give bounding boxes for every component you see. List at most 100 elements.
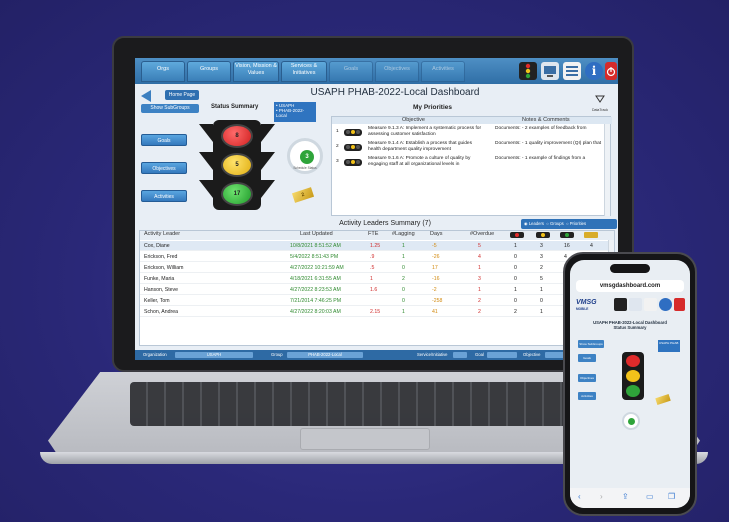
cell-updated: 4/27/2022 8:23:53 AM bbox=[290, 287, 341, 293]
phone-goals-button[interactable]: Goals bbox=[578, 354, 596, 362]
traffic-light-icon[interactable] bbox=[614, 298, 627, 311]
cell-c2: 5 bbox=[540, 276, 543, 282]
table-row[interactable]: Keller, Tom 7/21/2014 7:46:25 PM 0 -258 2 0 0 bbox=[140, 296, 610, 306]
view-radio-group[interactable]: ◉ Leaders ○ Groups ○ Priorities bbox=[521, 219, 617, 229]
power-icon[interactable] bbox=[605, 62, 617, 80]
cell-lagging: 0 bbox=[402, 298, 405, 304]
page-title: USAPH PHAB-2022-Local Dashboard bbox=[310, 87, 480, 98]
red-status-icon[interactable] bbox=[510, 232, 524, 238]
phone-toolbar bbox=[614, 298, 686, 312]
yellow-light[interactable]: 5 bbox=[221, 153, 253, 177]
goals-button[interactable]: Goals bbox=[141, 134, 187, 146]
traffic-light-visor bbox=[199, 180, 213, 198]
priority-objective: Measure 9.1.4 A: Establish a process tha… bbox=[368, 141, 472, 152]
tab-vision[interactable]: Vision, Mission & Values bbox=[233, 61, 279, 82]
radio-groups[interactable]: ○ Groups bbox=[545, 221, 563, 226]
tab-services[interactable]: Services & Initiatives bbox=[281, 61, 327, 82]
priority-row[interactable]: 2 Measure 9.1.4 A: Establish a process t… bbox=[332, 141, 604, 155]
col-lagging[interactable]: #Lagging bbox=[392, 231, 415, 237]
home-page-button[interactable]: Home Page bbox=[165, 90, 199, 100]
list-icon[interactable] bbox=[644, 298, 657, 311]
green-status-icon[interactable] bbox=[560, 232, 574, 238]
tab-objectives[interactable]: Objectives bbox=[375, 61, 419, 82]
computer-icon[interactable] bbox=[541, 62, 559, 80]
forward-icon[interactable]: › bbox=[600, 492, 603, 501]
col-overdue[interactable]: #Overdue bbox=[470, 231, 494, 237]
phone-yellow-light[interactable] bbox=[626, 370, 640, 382]
col-days[interactable]: Days bbox=[430, 231, 443, 237]
service-field[interactable] bbox=[453, 352, 467, 358]
show-subgroups-button[interactable]: Show SubGroups bbox=[141, 104, 199, 113]
url-bar[interactable]: vmsgdashboard.com bbox=[576, 280, 684, 292]
traffic-light-visor bbox=[261, 180, 275, 198]
gold-bar-icon[interactable]: 2 bbox=[291, 187, 315, 203]
activities-button[interactable]: Activities bbox=[141, 190, 187, 202]
cell-lagging: 1 bbox=[402, 254, 405, 260]
col-fte[interactable]: FTE bbox=[368, 231, 378, 237]
table-row[interactable]: Schon, Andrea 4/27/2022 8:20:03 AM 2.15 1 41… bbox=[140, 307, 610, 317]
priority-objective: Measure 9.1.6 A: Promote a culture of qu… bbox=[368, 156, 471, 167]
cell-name: Schon, Andrea bbox=[144, 309, 179, 315]
back-arrow-icon[interactable] bbox=[141, 90, 151, 102]
cell-c3: 16 bbox=[564, 243, 570, 249]
cell-lagging: 1 bbox=[402, 309, 405, 315]
yellow-status-icon[interactable] bbox=[536, 232, 550, 238]
cell-overdue: 2 bbox=[478, 309, 481, 315]
phone-activities-button[interactable]: Activities bbox=[578, 392, 596, 400]
mini-traffic-light-icon bbox=[344, 144, 362, 151]
priority-row[interactable]: 3 Measure 9.1.6 A: Promote a culture of … bbox=[332, 156, 604, 170]
objectives-button[interactable]: Objectives bbox=[141, 162, 187, 174]
red-light[interactable]: 8 bbox=[221, 124, 253, 148]
cell-c1: 1 bbox=[514, 287, 517, 293]
org-list[interactable]: • USAPH • PHAB-2022-Local bbox=[274, 102, 316, 122]
phone-gold-bar-icon[interactable] bbox=[655, 394, 671, 405]
mini-traffic-light-icon bbox=[344, 159, 362, 166]
priorities-scrollbar[interactable] bbox=[604, 124, 610, 216]
radio-priorities[interactable]: ○ Priorities bbox=[565, 221, 586, 226]
info-icon[interactable] bbox=[659, 298, 672, 311]
organization-field[interactable]: USAPH bbox=[175, 352, 253, 358]
cell-overdue: 3 bbox=[478, 276, 481, 282]
table-row[interactable]: Hanson, Steve 4/27/2022 8:23:53 AM 1.6 0 -2 1… bbox=[140, 285, 610, 295]
table-row[interactable]: Erickson, Fred 5/4/2022 8:51:43 PM .9 1 -26 4… bbox=[140, 252, 610, 262]
goal-field[interactable] bbox=[487, 352, 517, 358]
computer-icon[interactable] bbox=[629, 298, 642, 311]
table-row[interactable]: Erickson, William 4/27/2022 10:21:59 AM .5… bbox=[140, 263, 610, 273]
phone-green-light[interactable] bbox=[626, 385, 640, 397]
share-icon[interactable]: ⇪ bbox=[622, 492, 629, 501]
traffic-light-visor bbox=[199, 152, 213, 170]
traffic-light-icon[interactable] bbox=[519, 62, 537, 80]
green-light[interactable]: 17 bbox=[221, 182, 253, 206]
gold-status-icon[interactable] bbox=[584, 232, 598, 238]
priorities-header: Objective Notes & Comments bbox=[332, 117, 612, 124]
table-row[interactable]: Cox, Diane 10/8/2021 8:51:52 AM 1.25 1 -5 5 1 3… bbox=[140, 241, 610, 251]
org-item[interactable]: • PHAB-2022-Local bbox=[276, 108, 314, 118]
tabs-icon[interactable]: ❐ bbox=[668, 492, 675, 501]
schedule-status-dial[interactable]: 3 Schedule Status bbox=[287, 138, 323, 174]
phone-dial[interactable] bbox=[622, 412, 640, 430]
col-activity-leader[interactable]: Activity Leader bbox=[144, 231, 180, 237]
tab-goals[interactable]: Goals bbox=[329, 61, 373, 82]
phone-objectives-button[interactable]: Objectives bbox=[578, 374, 596, 382]
priorities-panel: Objective Notes & Comments 1 Measure 9.1… bbox=[331, 116, 612, 216]
cell-days: -258 bbox=[432, 298, 443, 304]
priority-row[interactable]: 1 Measure 9.1.3 A: Implement a systemati… bbox=[332, 126, 604, 140]
phone-org-box[interactable]: USAPH PHAB bbox=[658, 340, 680, 352]
col-last-updated[interactable]: Last Updated bbox=[300, 231, 333, 237]
cell-c1: 2 bbox=[514, 309, 517, 315]
bookmarks-icon[interactable]: ▭ bbox=[646, 492, 654, 501]
info-icon[interactable]: i bbox=[585, 62, 603, 80]
tab-groups[interactable]: Groups bbox=[187, 61, 231, 82]
notes-header: Notes & Comments bbox=[522, 117, 570, 123]
radio-leaders[interactable]: ◉ Leaders bbox=[524, 221, 544, 226]
group-field[interactable]: PHAB-2022-Local bbox=[287, 352, 363, 358]
tab-activities[interactable]: Activities bbox=[421, 61, 465, 82]
phone-show-subgroups-button[interactable]: Show SubGroups bbox=[578, 340, 604, 348]
list-icon[interactable] bbox=[563, 62, 581, 80]
cell-days: 41 bbox=[432, 309, 438, 315]
phone-red-light[interactable] bbox=[626, 355, 640, 367]
power-icon[interactable] bbox=[674, 298, 685, 311]
table-row[interactable]: Funke, Maria 4/18/2021 6:31:55 AM 1 2 -16 3 0 5… bbox=[140, 274, 610, 284]
back-icon[interactable]: ‹ bbox=[578, 492, 581, 501]
tab-orgs[interactable]: Orgs bbox=[141, 61, 185, 82]
